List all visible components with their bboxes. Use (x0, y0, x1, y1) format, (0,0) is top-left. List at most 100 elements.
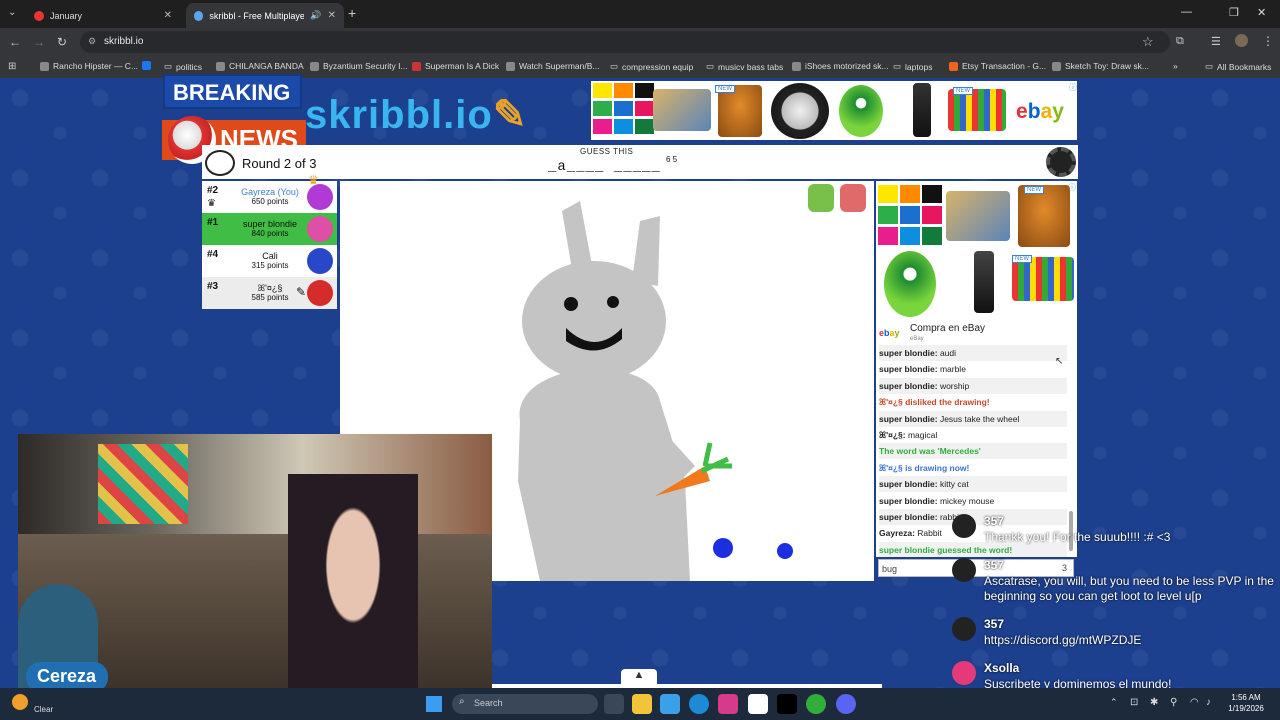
bookmark-folder[interactable]: ▭ musicv bass tabs (706, 61, 783, 72)
settings-gear-icon[interactable] (1046, 147, 1076, 177)
chat-message: ꕤ'¤¿§ disliked the drawing! (879, 394, 1067, 410)
stream-chat-message: 357 Thankk you! For the suuub!!!! :# <3 (946, 514, 1276, 558)
new-badge: NEW (1012, 255, 1032, 263)
file-explorer-icon[interactable] (632, 694, 652, 714)
ad-info-icon[interactable]: ⓘ (1068, 182, 1076, 193)
copilot-icon[interactable] (660, 694, 680, 714)
logo-text: skribbl.io (305, 93, 493, 137)
bookmark-label: Watch Superman/B... (519, 61, 600, 71)
restore-icon[interactable]: ❐ (1229, 6, 1239, 19)
chat-message: super blondie: worship (879, 377, 1067, 394)
system-clock[interactable]: 1:56 AM 1/19/2026 (1222, 692, 1270, 714)
address-bar[interactable]: skribbl.io (80, 31, 1170, 53)
weather-icon[interactable] (12, 694, 28, 710)
player-row[interactable]: #1 super blondie 840 points (202, 213, 337, 245)
volume-icon[interactable]: ♪ (1206, 697, 1211, 708)
chat-username: Xsolla (984, 661, 1020, 675)
task-view-icon[interactable] (604, 694, 624, 714)
bookmark-folder[interactable]: ▭ compression equip (610, 61, 693, 72)
mic-icon[interactable]: ⚲ (1170, 697, 1177, 708)
tray-chevron-icon[interactable]: ⌃ (1110, 697, 1118, 708)
player-points: 315 points (251, 261, 289, 270)
bookmark-item[interactable]: CHILANGA BANDA (216, 61, 304, 71)
breaking-banner: BREAKING (163, 74, 302, 109)
disc-image (771, 83, 829, 139)
player-row[interactable]: #3 ꕤ'¤¿§ 585 points ✎ (202, 277, 337, 309)
side-ad-banner[interactable]: NEW NEW ⓘ (876, 181, 1077, 323)
bookmark-favicon (310, 61, 319, 71)
bookmark-item[interactable]: iShoes motorized sk... (792, 61, 889, 71)
tab-january[interactable]: January ✕ (26, 3, 180, 28)
crown-icon: ♛ (308, 173, 319, 187)
discord-icon[interactable] (836, 694, 856, 714)
amazon-icon[interactable] (748, 694, 768, 714)
back-icon[interactable]: ← (9, 35, 21, 49)
player-row[interactable]: #2 ♛ Gayreza (You) 650 points ♛ (202, 173, 337, 213)
bookmark-item[interactable]: Byzantium Security I... (310, 61, 408, 71)
site-info-icon[interactable]: ⚙ (88, 36, 96, 47)
bluetooth-icon[interactable]: ✱ (1150, 697, 1158, 708)
start-icon[interactable] (426, 696, 442, 712)
new-badge: NEW (715, 85, 735, 93)
bookmark-item[interactable]: Rancho Hipster — C... (40, 61, 138, 71)
stream-chat-message: Xsolla Suscribete y dominemos el mundo! (946, 661, 1276, 691)
top-ad-banner[interactable]: NEW NEW ⓘ (591, 81, 1077, 140)
word-lengths: 6 5 (666, 155, 678, 164)
x-icon[interactable] (777, 694, 797, 714)
color-swatch (635, 83, 654, 98)
color-swatch (614, 101, 633, 116)
ebay-ad-caption[interactable]: ebay Compra en eBay eBay (876, 323, 1077, 345)
chrome-icon[interactable] (806, 694, 826, 714)
toy-box-image (653, 89, 711, 131)
player-row[interactable]: #4 Cali 315 points (202, 245, 337, 277)
menu-icon[interactable]: ⋮ (1262, 34, 1274, 48)
close-icon[interactable]: ✕ (164, 10, 172, 21)
forward-icon[interactable]: → (33, 35, 45, 49)
bookmark-item[interactable]: Sketch Toy: Draw sk... (1052, 61, 1149, 71)
chat-message: super blondie: marble (879, 361, 1067, 377)
media-icon[interactable]: ☰ (1211, 35, 1221, 48)
pencil-icon: ✎ (296, 285, 307, 299)
new-tab-button[interactable]: + (348, 5, 356, 21)
taskbar-search[interactable]: Search (452, 694, 598, 714)
bookmark-favicon (506, 61, 515, 71)
tray-icon[interactable]: ⊡ (1130, 697, 1138, 708)
reload-icon[interactable]: ↻ (57, 35, 67, 49)
chat-text: https://discord.gg/mtWPZDJE (984, 633, 1142, 647)
minimize-icon[interactable]: — (1181, 6, 1192, 18)
apps-icon[interactable]: ⊞ (8, 61, 16, 72)
color-swatch (878, 227, 898, 245)
tab-skribbl[interactable]: skribbl - Free Multiplayer D 🔊 ✕ (186, 3, 344, 28)
bookmark-item[interactable]: Superman Is A Dick (412, 61, 499, 71)
ad-info-icon[interactable]: ⓘ (1069, 82, 1077, 93)
star-icon[interactable]: ☆ (1142, 34, 1154, 50)
tab-search-icon[interactable]: ⌄ (8, 7, 16, 18)
microphone-image (974, 251, 994, 313)
wifi-icon[interactable]: ◠ (1190, 697, 1199, 708)
close-icon[interactable]: ✕ (328, 10, 336, 21)
bookmark-item[interactable] (142, 61, 151, 70)
speaker-icon[interactable]: 🔊 (310, 10, 321, 21)
thumbs-down-icon[interactable] (840, 184, 866, 212)
edge-icon[interactable] (689, 694, 709, 714)
more-bookmarks-icon[interactable]: » (1173, 61, 1178, 71)
chat-text: Rabbit (917, 528, 942, 539)
weather-text[interactable]: Clear (34, 705, 53, 714)
all-bookmarks[interactable]: ▭ All Bookmarks (1205, 61, 1271, 72)
bookmark-folder[interactable]: ▭ politics (164, 61, 202, 72)
color-swatch (878, 185, 898, 203)
player-rank: #4 (207, 249, 219, 260)
ebay-logo: ebay (879, 328, 900, 338)
bookmark-item[interactable]: Etsy Transaction - G... (949, 61, 1046, 71)
close-window-icon[interactable]: ✕ (1257, 6, 1266, 19)
avatar[interactable] (1235, 34, 1248, 47)
stream-chat-message: 357 Ascatrase, you will, but you need to… (946, 558, 1276, 618)
extensions-icon[interactable]: ⧉ (1176, 35, 1184, 48)
bookmark-folder[interactable]: ▭ laptops (893, 61, 932, 72)
instagram-icon[interactable] (718, 694, 738, 714)
thumbs-up-icon[interactable] (808, 184, 834, 212)
pencil-icon: ✎ (492, 93, 528, 137)
bookmark-favicon (40, 61, 49, 71)
color-swatch (878, 206, 898, 224)
bookmark-item[interactable]: Watch Superman/B... (506, 61, 599, 71)
